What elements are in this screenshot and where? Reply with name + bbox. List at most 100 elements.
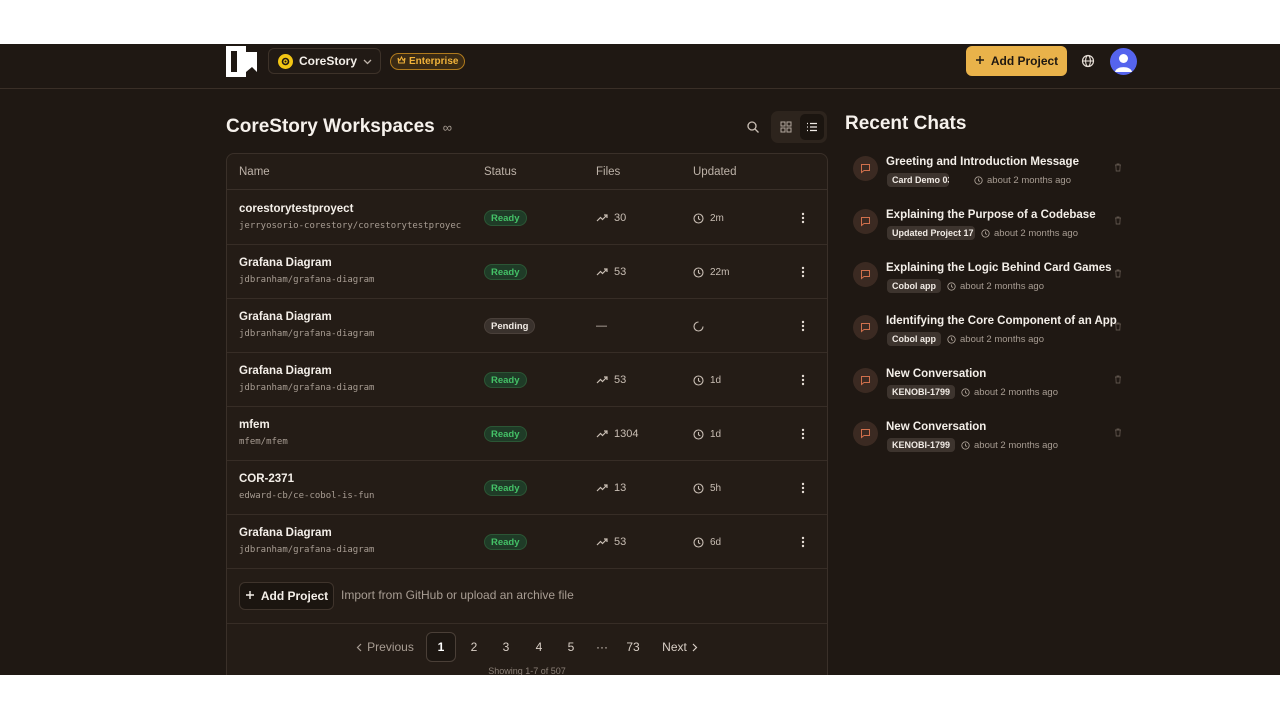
chat-title: Explaining the Purpose of a Codebase [886,209,1096,221]
clock-icon [961,440,970,450]
chat-title: New Conversation [886,368,987,380]
chat-time-value: about 2 months ago [960,333,1044,345]
add-project-button[interactable]: Add Project [966,46,1067,76]
next-page-label: Next [662,640,687,654]
chat-time-value: about 2 months ago [994,227,1078,239]
trash-icon[interactable] [1113,318,1123,331]
status-badge: Ready [484,372,527,388]
add-project-button[interactable]: Add Project [239,582,334,610]
clock-icon [974,175,983,185]
chat-item[interactable]: New Conversation KENOBI-1799 about 2 mon… [853,368,1133,408]
page-button[interactable]: 73 [618,632,648,662]
list-view-button[interactable] [800,114,824,140]
chat-item[interactable]: Explaining the Purpose of a Codebase Upd… [853,209,1133,249]
chat-item[interactable]: Explaining the Logic Behind Card Games C… [853,262,1133,302]
chat-title: New Conversation [886,421,987,433]
files-count-value: 13 [614,482,627,494]
recent-chats-title: Recent Chats [845,113,967,134]
add-project-hint: Import from GitHub or upload an archive … [341,588,574,602]
chat-title: Greeting and Introduction Message [886,156,1079,168]
chat-time-value: about 2 months ago [974,386,1058,398]
table-row[interactable]: Grafana Diagram jdbranham/grafana-diagra… [227,245,827,299]
add-project-label: Add Project [260,589,329,603]
pagination: Previous 1 2 3 4 5 ··· 73 Next [227,632,827,664]
next-page-button[interactable]: Next [657,632,703,662]
infinity-indicator: ∞ [442,119,453,135]
table-row[interactable]: Grafana Diagram jdbranham/grafana-diagra… [227,515,827,569]
files-count: 13 [596,480,626,496]
chat-time: about 2 months ago [974,173,1071,187]
add-project-row: Add Project Import from GitHub or upload… [227,568,827,624]
project-name: mfem [239,419,270,431]
plan-badge-label: Enterprise [409,56,459,67]
kebab-icon[interactable] [797,318,809,334]
avatar[interactable] [1110,48,1137,75]
files-count-value: 30 [614,212,627,224]
clock-icon [947,334,956,344]
updated-time-value: 22m [710,266,730,278]
page-button[interactable]: 1 [426,632,456,662]
grid-icon [780,121,792,133]
chat-time-value: about 2 months ago [974,439,1058,451]
kebab-icon[interactable] [797,264,809,280]
trash-icon[interactable] [1113,424,1123,437]
chat-time-value: about 2 months ago [960,280,1044,292]
logo-icon[interactable] [226,46,257,77]
kebab-icon[interactable] [797,534,809,550]
updated-time-value: 2m [710,212,724,224]
project-path: edward-cb/ce-cobol-is-fun [239,491,375,501]
updated-time: 2m [693,210,724,226]
clock-icon [693,266,704,278]
user-icon [1115,54,1132,72]
workspace-switcher[interactable]: CoreStory [268,48,381,74]
chat-icon [853,421,878,446]
chat-item[interactable]: Identifying the Core Component of an App… [853,315,1133,355]
chat-time: about 2 months ago [961,385,1058,399]
grid-view-button[interactable] [774,114,798,140]
page-button[interactable]: 5 [556,632,586,662]
previous-page-button[interactable]: Previous [355,632,415,662]
trash-icon[interactable] [1113,212,1123,225]
table-row[interactable]: Grafana Diagram jdbranham/grafana-diagra… [227,299,827,353]
spinner-icon [693,320,704,332]
kebab-icon[interactable] [797,372,809,388]
pagination-summary: Showing 1-7 of 507 [488,666,566,675]
kebab-icon[interactable] [797,426,809,442]
app-window: CoreStory Enterprise Add Project CoreSto… [0,44,1280,675]
table-row[interactable]: Grafana Diagram jdbranham/grafana-diagra… [227,353,827,407]
table-row[interactable]: mfem mfem/mfem Ready 1304 1d [227,407,827,461]
column-header-updated: Updated [693,166,737,178]
search-icon[interactable] [746,120,760,134]
chat-item[interactable]: Greeting and Introduction Message Card D… [853,156,1133,196]
project-path: jerryosorio-corestory/corestorytestproye… [239,221,461,231]
page-button[interactable]: 4 [524,632,554,662]
project-name: COR-2371 [239,473,294,485]
project-name: Grafana Diagram [239,257,332,269]
files-count-value: — [596,320,607,332]
chat-time: about 2 months ago [961,438,1058,452]
chevron-right-icon [692,643,698,651]
chat-item[interactable]: New Conversation KENOBI-1799 about 2 mon… [853,421,1133,461]
chat-icon [853,368,878,393]
trending-icon [596,376,608,384]
column-header-status: Status [484,166,517,178]
page-button[interactable]: 3 [491,632,521,662]
trending-icon [596,538,608,546]
trash-icon[interactable] [1113,265,1123,278]
project-path: jdbranham/grafana-diagram [239,545,375,555]
plus-icon [245,589,255,603]
project-path: jdbranham/grafana-diagram [239,329,375,339]
chat-icon [853,262,878,287]
chat-project-tag: KENOBI-1799 [887,438,956,452]
table-row[interactable]: COR-2371 edward-cb/ce-cobol-is-fun Ready… [227,461,827,515]
clock-icon [693,212,704,224]
globe-icon[interactable] [1080,53,1096,69]
trash-icon[interactable] [1113,159,1123,172]
kebab-icon[interactable] [797,480,809,496]
table-row[interactable]: corestorytestproyect jerryosorio-coresto… [227,191,827,245]
kebab-icon[interactable] [797,210,809,226]
files-count: — [596,318,607,334]
trash-icon[interactable] [1113,371,1123,384]
project-name: corestorytestproyect [239,203,354,215]
page-button[interactable]: 2 [459,632,489,662]
